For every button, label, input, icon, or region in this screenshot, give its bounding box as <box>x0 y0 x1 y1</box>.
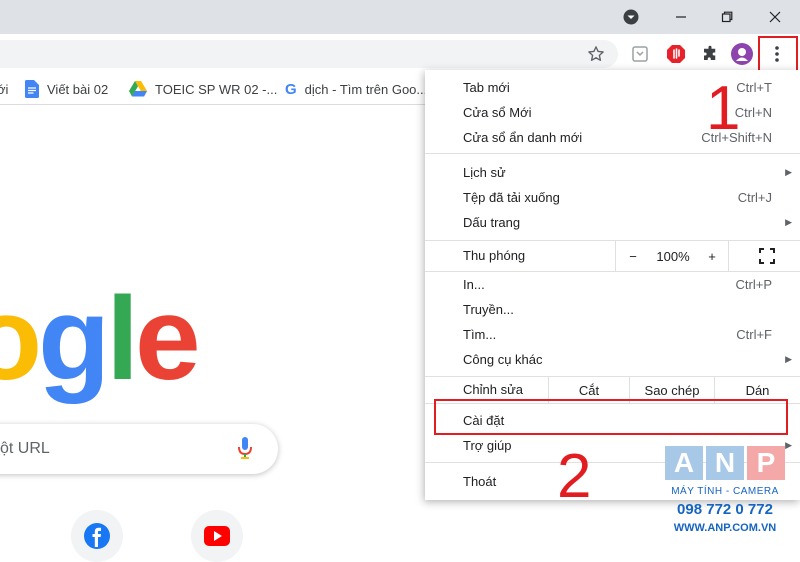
bookmark-label: TOEIC SP WR 02 -... <box>155 81 278 97</box>
toolbar <box>0 34 800 74</box>
restore-icon[interactable] <box>704 0 750 34</box>
step-2-label: 2 <box>557 442 592 511</box>
menu-item-find[interactable]: Tìm... Ctrl+F <box>425 322 800 346</box>
zoom-out-button[interactable]: − <box>616 241 650 271</box>
menu-item-downloads[interactable]: Tệp đã tải xuống Ctrl+J <box>425 185 800 209</box>
bookmark-item[interactable]: TOEIC SP WR 02 -... <box>129 74 277 104</box>
menu-item-cast[interactable]: Truyền... <box>425 297 800 321</box>
extensions-icon[interactable] <box>696 40 724 68</box>
search-placeholder: ột URL <box>0 440 50 457</box>
bookmark-item[interactable]: Viết bài 02 <box>25 74 108 104</box>
menu-label: Truyền... <box>463 301 514 317</box>
menu-item-more-tools[interactable]: Công cụ khác ▶ <box>425 347 800 371</box>
google-docs-icon <box>25 80 39 98</box>
menu-item-history[interactable]: Lịch sử ▶ <box>425 160 800 184</box>
minimize-icon[interactable] <box>658 0 704 34</box>
menu-label: Cửa sổ ẩn danh mới <box>463 129 583 145</box>
star-icon[interactable] <box>582 40 610 68</box>
edit-label: Chỉnh sửa <box>463 382 524 397</box>
zoom-value: 100% <box>656 248 690 264</box>
bookmark-item[interactable]: G dịch - Tìm trên Goo... <box>285 74 427 104</box>
menu-item-new-tab[interactable]: Tab mới Ctrl+T <box>425 75 800 99</box>
menu-label: Thoát <box>463 473 497 489</box>
microphone-icon[interactable] <box>238 437 252 459</box>
title-bar <box>0 0 800 34</box>
bookmark-item[interactable]: ới <box>0 74 8 104</box>
anp-tagline: MÁY TÍNH - CAMERA <box>671 486 779 497</box>
menu-item-new-window[interactable]: Cửa sổ Mới Ctrl+N <box>425 100 800 124</box>
menu-separator <box>425 153 800 154</box>
menu-label: Trợ giúp <box>463 437 512 453</box>
bookmark-label: ới <box>0 81 9 97</box>
menu-shortcut: Ctrl+J <box>737 189 772 205</box>
search-box[interactable]: ột URL <box>0 424 278 474</box>
youtube-icon[interactable] <box>191 510 243 562</box>
zoom-divider <box>728 241 729 271</box>
adblock-icon[interactable] <box>662 40 690 68</box>
menu-label: Cửa sổ Mới <box>463 104 532 120</box>
menu-shortcut: Ctrl+F <box>736 326 772 342</box>
menu-shortcut: Ctrl+T <box>736 79 772 95</box>
profile-dropdown-icon[interactable] <box>608 0 654 34</box>
menu-item-incognito[interactable]: Cửa sổ ẩn danh mới Ctrl+Shift+N <box>425 125 800 149</box>
avatar[interactable] <box>728 40 756 68</box>
menu-label: Dấu trang <box>463 214 521 230</box>
bookmark-label: dịch - Tìm trên Goo... <box>304 81 428 97</box>
menu-label: Tab mới <box>463 79 510 95</box>
submenu-arrow-icon: ▶ <box>785 439 792 450</box>
highlight-box-settings <box>434 399 788 435</box>
menu-label: Công cụ khác <box>463 351 543 367</box>
menu-label: In... <box>463 276 485 292</box>
menu-label: Lịch sử <box>463 164 506 180</box>
facebook-icon[interactable] <box>71 510 123 562</box>
google-icon: G <box>285 80 297 98</box>
menu-label: Tệp đã tải xuống <box>463 189 560 205</box>
anp-letter: A <box>665 446 703 480</box>
anp-letter: N <box>706 446 744 480</box>
fullscreen-icon[interactable] <box>750 241 784 271</box>
zoom-in-button[interactable]: + <box>696 241 728 271</box>
step-1-label: 1 <box>706 74 741 143</box>
zoom-label: Thu phóng <box>463 248 526 263</box>
address-bar[interactable] <box>0 40 618 68</box>
submenu-arrow-icon: ▶ <box>785 216 792 227</box>
google-logo: ogle <box>0 273 201 405</box>
close-icon[interactable] <box>752 0 798 34</box>
submenu-arrow-icon: ▶ <box>785 353 792 364</box>
anp-phone: 098 772 0 772 <box>677 501 773 518</box>
menu-item-bookmarks[interactable]: Dấu trang ▶ <box>425 210 800 234</box>
bookmark-label: Viết bài 02 <box>47 81 109 97</box>
zoom-row: Thu phóng − 100% + <box>425 241 800 271</box>
reading-list-icon[interactable] <box>626 40 654 68</box>
anp-website: WWW.ANP.COM.VN <box>673 522 777 534</box>
menu-label: Tìm... <box>463 326 497 342</box>
anp-letter: P <box>747 446 785 480</box>
google-drive-icon <box>129 81 147 97</box>
menu-shortcut: Ctrl+P <box>735 276 772 292</box>
submenu-arrow-icon: ▶ <box>785 166 792 177</box>
menu-item-print[interactable]: In... Ctrl+P <box>425 272 800 296</box>
chrome-menu: Tab mới Ctrl+T Cửa sổ Mới Ctrl+N Cửa sổ … <box>425 70 800 500</box>
anp-watermark: A N P MÁY TÍNH - CAMERA 098 772 0 772 WW… <box>665 446 785 542</box>
